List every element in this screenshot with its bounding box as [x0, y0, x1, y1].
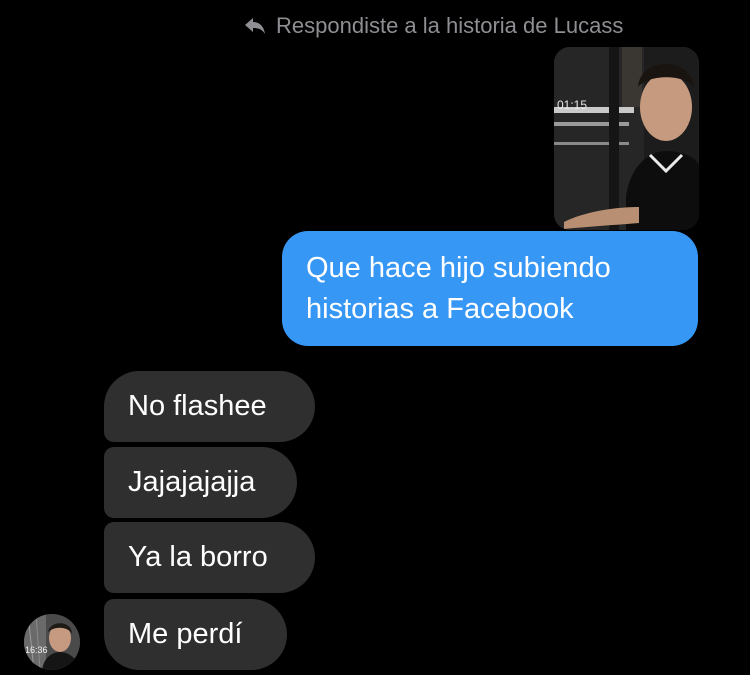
received-message-text: No flashee	[128, 390, 267, 422]
sent-message-text: Que hace hijo subiendo historias a Faceb…	[306, 252, 611, 325]
received-message-text: Jajajajajja	[128, 466, 256, 498]
reply-header-text: Respondiste a la historia de Lucass	[276, 13, 624, 38]
received-message-bubble[interactable]: No flashee	[104, 371, 315, 442]
received-message-bubble[interactable]: Me perdí	[104, 599, 287, 670]
story-timestamp: 01:15	[557, 98, 588, 112]
avatar-timestamp: 16:36	[25, 645, 48, 655]
received-message-text: Ya la borro	[128, 541, 268, 573]
avatar-image	[24, 614, 80, 670]
story-image	[554, 47, 699, 230]
received-message-bubble[interactable]: Ya la borro	[104, 522, 315, 593]
sender-avatar[interactable]: 16:36	[24, 614, 80, 670]
story-thumbnail[interactable]: 01:15	[554, 47, 699, 230]
received-message-text: Me perdí	[128, 618, 243, 650]
story-reply-header: Respondiste a la historia de Lucass	[244, 12, 623, 40]
sent-message-bubble[interactable]: Que hace hijo subiendo historias a Faceb…	[282, 231, 698, 346]
reply-arrow-icon	[244, 16, 268, 36]
received-message-bubble[interactable]: Jajajajajja	[104, 447, 297, 518]
